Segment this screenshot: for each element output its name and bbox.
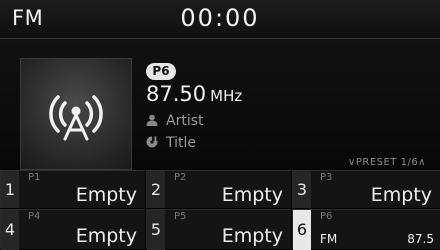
title-row: Title [146,135,196,151]
preset-slot-label: P1 [28,172,41,183]
title-text: Title [166,135,197,151]
radio-broadcast-icon [49,95,103,141]
preset-button-4[interactable]: 4 P4 Empty [0,209,145,250]
preset-button-5[interactable]: 5 P5 Empty [146,209,291,250]
preset-button-6[interactable]: 6 P6 FM 87.5 [292,209,440,250]
preset-band: FM [320,232,338,246]
preset-name: Empty [221,184,283,206]
preset-number: 6 [293,210,311,250]
music-disc-icon [146,136,158,148]
preset-number: 1 [1,171,19,208]
preset-frequency: 87.5 [407,232,434,246]
preset-grid: 1 P1 Empty 2 P2 Empty 3 P3 Empty 4 P4 Em… [0,170,440,250]
album-art [20,58,132,170]
preset-number: 5 [147,210,165,250]
preset-button-3[interactable]: 3 P3 Empty [292,170,440,208]
preset-slot-label: P4 [28,211,41,222]
preset-number: 3 [293,171,311,208]
preset-slot-label: P3 [320,172,333,183]
preset-number: 4 [1,210,19,250]
preset-button-2[interactable]: 2 P2 Empty [146,170,291,208]
current-preset-badge: P6 [146,63,176,80]
frequency-display: 87.50 MHz [146,82,242,106]
clock: 00:00 [180,4,260,32]
artist-text: Artist [166,113,204,129]
preset-page-indicator[interactable]: ∨PRESET 1/6∧ [348,157,426,168]
frequency-unit: MHz [210,87,243,105]
person-icon [146,114,158,126]
preset-slot-label: P5 [174,211,187,222]
frequency-value: 87.50 [146,82,207,106]
preset-name: Empty [370,184,432,206]
preset-name: Empty [75,184,137,206]
preset-name: Empty [75,225,137,247]
preset-name: Empty [221,225,283,247]
preset-slot-label: P6 [320,211,333,222]
preset-slot-label: P2 [174,172,187,183]
artist-row: Artist [146,113,204,129]
preset-button-1[interactable]: 1 P1 Empty [0,170,145,208]
preset-number: 2 [147,171,165,208]
status-bar: FM 00:00 [0,0,440,39]
